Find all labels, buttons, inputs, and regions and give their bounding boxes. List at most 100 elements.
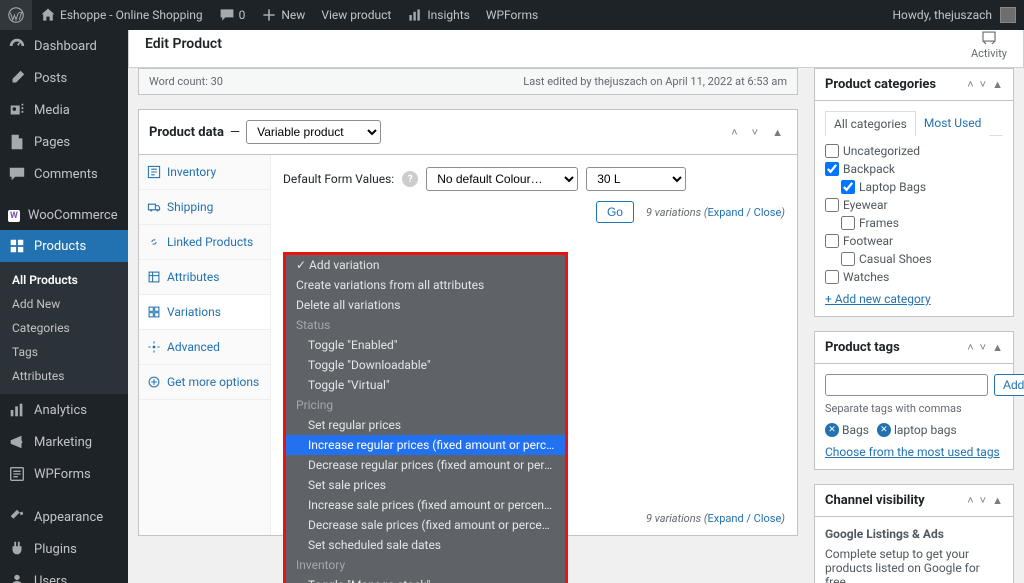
help-icon[interactable]: ? bbox=[402, 171, 418, 187]
pd-tab-inventory[interactable]: Inventory bbox=[139, 155, 270, 190]
sidebar-item-dashboard[interactable]: Dashboard bbox=[0, 30, 128, 62]
panel-up[interactable]: ˄ bbox=[967, 494, 973, 507]
pd-tab-shipping[interactable]: Shipping bbox=[139, 190, 270, 225]
category-item[interactable]: Backpack bbox=[825, 160, 1003, 178]
expand-close-link[interactable]: Expand / Close bbox=[708, 206, 782, 219]
sidebar-item-appearance[interactable]: Appearance bbox=[0, 501, 128, 533]
view-product[interactable]: View product bbox=[313, 0, 399, 30]
channel-desc: Complete setup to get your products list… bbox=[825, 547, 980, 583]
bulk-option[interactable]: Increase regular prices (fixed amount or… bbox=[286, 435, 565, 455]
bulk-option[interactable]: Decrease sale prices (fixed amount or pe… bbox=[286, 515, 565, 535]
bulk-option[interactable]: Toggle "Manage stock" bbox=[286, 575, 565, 583]
sidebar-item-posts[interactable]: Posts bbox=[0, 62, 128, 94]
category-item[interactable]: Laptop Bags bbox=[825, 178, 1003, 196]
bulk-option[interactable]: Increase sale prices (fixed amount or pe… bbox=[286, 495, 565, 515]
category-item[interactable]: Watches bbox=[825, 268, 1003, 286]
new-content[interactable]: New bbox=[253, 0, 313, 30]
bulk-action-dropdown[interactable]: Add variationCreate variations from all … bbox=[283, 252, 568, 583]
bulk-option[interactable]: Delete all variations bbox=[286, 295, 565, 315]
tab-most-used[interactable]: Most Used bbox=[916, 111, 990, 136]
sidebar-item-media[interactable]: Media bbox=[0, 94, 128, 126]
category-checkbox[interactable] bbox=[841, 180, 855, 194]
go-button[interactable]: Go bbox=[596, 201, 634, 223]
sidebar-subitem-tags[interactable]: Tags bbox=[0, 340, 128, 364]
expand-close-link-bottom[interactable]: Expand / Close bbox=[708, 512, 782, 525]
insights-link[interactable]: Insights bbox=[399, 0, 477, 30]
category-item[interactable]: Eyewear bbox=[825, 196, 1003, 214]
site-name[interactable]: Eshoppe - Online Shopping bbox=[32, 0, 211, 30]
bulk-option[interactable]: Toggle "Virtual" bbox=[286, 375, 565, 395]
panel-toggle[interactable]: ▲ bbox=[768, 126, 787, 139]
category-checkbox[interactable] bbox=[825, 162, 839, 176]
category-item[interactable]: Footwear bbox=[825, 232, 1003, 250]
bulk-option: Inventory bbox=[286, 555, 565, 575]
bulk-option[interactable]: Decrease regular prices (fixed amount or… bbox=[286, 455, 565, 475]
sidebar-item-products[interactable]: Products bbox=[0, 230, 128, 262]
product-type-select[interactable]: Variable product bbox=[246, 120, 381, 144]
sidebar-subitem-categories[interactable]: Categories bbox=[0, 316, 128, 340]
panel-down[interactable]: ˅ bbox=[980, 78, 986, 91]
category-checkbox[interactable] bbox=[825, 270, 839, 284]
sidebar-item-plugins[interactable]: Plugins bbox=[0, 533, 128, 565]
panel-down[interactable]: ˅ bbox=[980, 494, 986, 507]
bulk-option[interactable]: Set sale prices bbox=[286, 475, 565, 495]
sidebar-item-pages[interactable]: Pages bbox=[0, 126, 128, 158]
bulk-option: Pricing bbox=[286, 395, 565, 415]
sidebar-item-comments[interactable]: Comments bbox=[0, 158, 128, 190]
default-colour-select[interactable]: No default Colour… bbox=[426, 167, 578, 191]
category-item[interactable]: Uncategorized bbox=[825, 142, 1003, 160]
category-checkbox[interactable] bbox=[825, 144, 839, 158]
panel-down[interactable]: ˅ bbox=[980, 341, 986, 354]
category-checkbox[interactable] bbox=[825, 234, 839, 248]
bulk-option[interactable]: Set scheduled sale dates bbox=[286, 535, 565, 555]
sidebar-item-analytics[interactable]: Analytics bbox=[0, 394, 128, 426]
pd-tab-attributes[interactable]: Attributes bbox=[139, 260, 270, 295]
sidebar-subitem-all-products[interactable]: All Products bbox=[0, 268, 128, 292]
category-checkbox[interactable] bbox=[841, 252, 855, 266]
bulk-option[interactable]: Set regular prices bbox=[286, 415, 565, 435]
tag-input[interactable] bbox=[825, 374, 988, 396]
sidebar-subitem-add-new[interactable]: Add New bbox=[0, 292, 128, 316]
channel-visibility-box: Channel visibility˄˅▲ Google Listings & … bbox=[814, 484, 1014, 583]
add-tag-button[interactable]: Add bbox=[994, 374, 1024, 396]
bulk-option: Status bbox=[286, 315, 565, 335]
bulk-option[interactable]: Add variation bbox=[286, 255, 565, 275]
panel-up[interactable]: ˄ bbox=[967, 341, 973, 354]
sidebar-subitem-attributes[interactable]: Attributes bbox=[0, 364, 128, 388]
comments-link[interactable]: 0 bbox=[211, 0, 254, 30]
remove-tag-icon[interactable]: ✕ bbox=[825, 423, 839, 437]
page-title: Edit Product bbox=[145, 36, 222, 52]
howdy-user[interactable]: Howdy, thejuszach bbox=[884, 0, 1024, 30]
pd-tab-advanced[interactable]: Advanced bbox=[139, 330, 270, 365]
default-size-select[interactable]: 30 L bbox=[586, 167, 686, 191]
bulk-option[interactable]: Create variations from all attributes bbox=[286, 275, 565, 295]
sidebar-item-marketing[interactable]: Marketing bbox=[0, 426, 128, 458]
add-new-category[interactable]: + Add new category bbox=[825, 292, 931, 306]
remove-tag-icon[interactable]: ✕ bbox=[877, 423, 891, 437]
sidebar-item-wpforms[interactable]: WPForms bbox=[0, 458, 128, 490]
panel-up[interactable]: ˄ bbox=[967, 78, 973, 91]
panel-toggle[interactable]: ▲ bbox=[992, 78, 1003, 91]
bulk-option[interactable]: Toggle "Downloadable" bbox=[286, 355, 565, 375]
wpforms-link[interactable]: WPForms bbox=[478, 0, 546, 30]
bulk-option[interactable]: Toggle "Enabled" bbox=[286, 335, 565, 355]
category-checkbox[interactable] bbox=[825, 198, 839, 212]
sidebar-item-woocommerce[interactable]: WWooCommerce bbox=[0, 201, 128, 230]
category-item[interactable]: Casual Shoes bbox=[825, 250, 1003, 268]
category-checkbox[interactable] bbox=[841, 216, 855, 230]
panel-toggle[interactable]: ▲ bbox=[992, 494, 1003, 507]
category-item[interactable]: Frames bbox=[825, 214, 1003, 232]
activity-button[interactable]: Activity bbox=[971, 30, 1007, 60]
panel-down[interactable]: ˅ bbox=[748, 126, 762, 139]
panel-up[interactable]: ˄ bbox=[727, 126, 741, 139]
wp-logo[interactable] bbox=[0, 0, 32, 30]
product-data-title: Product data bbox=[149, 125, 224, 140]
pd-tab-variations[interactable]: Variations bbox=[139, 295, 270, 330]
default-form-values-label: Default Form Values: bbox=[283, 172, 394, 186]
tab-all-categories[interactable]: All categories bbox=[825, 111, 916, 136]
choose-most-used-tags[interactable]: Choose from the most used tags bbox=[825, 445, 1003, 459]
pd-tab-get-more-options[interactable]: Get more options bbox=[139, 365, 270, 400]
panel-toggle[interactable]: ▲ bbox=[992, 341, 1003, 354]
sidebar-item-users[interactable]: Users bbox=[0, 565, 128, 583]
pd-tab-linked-products[interactable]: Linked Products bbox=[139, 225, 270, 260]
